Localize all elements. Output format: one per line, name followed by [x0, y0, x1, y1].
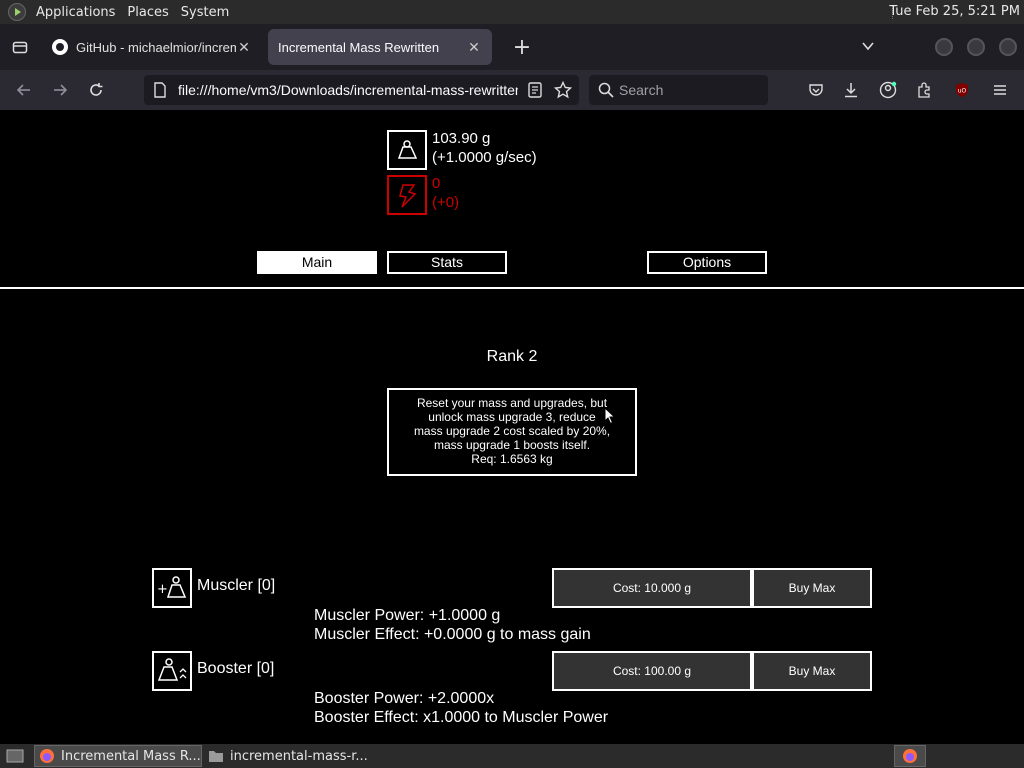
game-page: 103.90 g (+1.0000 g/sec) 0 (+0) Main Sta… — [0, 110, 1024, 744]
rage-display: 0 (+0) — [432, 174, 459, 212]
hamburger-menu-icon[interactable] — [988, 78, 1012, 102]
search-icon — [598, 82, 614, 101]
mass-value: 103.90 g — [432, 130, 491, 147]
account-icon[interactable] — [876, 78, 900, 102]
back-arrow-icon[interactable] — [12, 78, 36, 102]
url-bar[interactable]: file:///home/vm3/Downloads/incremental-m… — [144, 75, 579, 105]
tab-main[interactable]: Main — [257, 251, 377, 274]
tab-github[interactable]: GitHub - michaelmior/incremental-mass-re… — [42, 29, 262, 65]
mass-rate: (+1.0000 g/sec) — [432, 149, 537, 166]
rank-requirement: Req: 1.6563 kg — [471, 452, 553, 466]
svg-text:+: + — [157, 582, 168, 597]
search-input[interactable]: Search — [589, 75, 768, 105]
clock[interactable]: Tue Feb 25, 5:21 PM — [889, 4, 1020, 19]
booster-icon — [152, 651, 192, 691]
bookmark-star-icon[interactable] — [553, 80, 573, 103]
new-tab-button[interactable]: + — [506, 31, 538, 63]
rank-desc-line: Reset your mass and upgrades, but — [416, 396, 608, 410]
tab-label: Incremental Mass Rewritten — [278, 39, 440, 55]
download-icon[interactable] — [839, 78, 863, 102]
rank-desc-line: mass upgrade 2 cost scaled by 20%, — [413, 424, 611, 438]
navigation-toolbar: file:///home/vm3/Downloads/incremental-m… — [0, 70, 1024, 110]
rage-power-icon — [387, 175, 427, 215]
muscler-icon: + — [152, 568, 192, 608]
taskbar: Incremental Mass R... incremental-mass-r… — [0, 744, 1024, 768]
muscler-effect: Muscler Effect: +0.0000 g to mass gain — [314, 626, 591, 643]
close-window-button[interactable] — [999, 38, 1017, 56]
taskbar-item-label: incremental-mass-r... — [230, 748, 368, 764]
pocket-icon[interactable] — [804, 78, 828, 102]
show-desktop-icon[interactable] — [2, 745, 24, 767]
rank-desc-line: unlock mass upgrade 3, reduce — [428, 410, 596, 424]
rage-value: 0 — [432, 175, 441, 192]
mass-display: 103.90 g (+1.0000 g/sec) — [432, 129, 537, 167]
system-menu[interactable]: System — [175, 5, 235, 20]
booster-power: Booster Power: +2.0000x — [314, 690, 495, 707]
close-tab-icon[interactable]: ✕ — [236, 39, 252, 56]
tab-incremental-mass[interactable]: Incremental Mass Rewritten ✕ — [268, 29, 492, 65]
firefox-icon — [40, 749, 54, 763]
tab-strip: GitHub - michaelmior/incremental-mass-re… — [0, 24, 1024, 70]
reload-icon[interactable] — [84, 78, 108, 102]
folder-icon — [209, 751, 223, 762]
booster-effect: Booster Effect: x1.0000 to Muscler Power — [314, 709, 609, 726]
reader-view-icon[interactable] — [528, 82, 542, 102]
close-tab-icon[interactable]: ✕ — [466, 39, 482, 56]
minimize-window-button[interactable] — [935, 38, 953, 56]
search-placeholder: Search — [619, 82, 664, 98]
tab-options[interactable]: Options — [647, 251, 767, 274]
rank-desc-line: mass upgrade 1 boosts itself. — [433, 438, 591, 452]
ublock-origin-icon[interactable]: uO — [950, 78, 974, 102]
taskbar-item-label: Incremental Mass R... — [61, 748, 201, 764]
workspace-switcher[interactable] — [894, 745, 926, 767]
rank-reset-button[interactable]: Reset your mass and upgrades, but unlock… — [387, 388, 637, 476]
rage-gain: (+0) — [432, 194, 460, 211]
applications-menu[interactable]: Applications — [30, 5, 121, 20]
booster-info: Booster Power: +2.0000x Booster Effect: … — [314, 689, 608, 727]
chevron-down-icon[interactable] — [858, 36, 878, 56]
muscler-cost-button[interactable]: Cost: 10.000 g — [552, 568, 752, 608]
top-panel: Applications Places System Tue Feb 25, 5… — [0, 0, 1024, 24]
svg-text:uO: uO — [958, 88, 967, 95]
muscler-info: Muscler Power: +1.0000 g Muscler Effect:… — [314, 606, 591, 644]
muscler-name: Muscler [0] — [197, 577, 276, 594]
mass-weight-icon — [387, 130, 427, 170]
tab-stats[interactable]: Stats — [387, 251, 507, 274]
maximize-window-button[interactable] — [967, 38, 985, 56]
distro-logo-icon[interactable] — [8, 3, 26, 21]
taskbar-item-firefox[interactable]: Incremental Mass R... — [34, 745, 202, 767]
places-menu[interactable]: Places — [121, 5, 174, 20]
rank-title: Rank 2 — [486, 348, 538, 365]
muscler-buy-max-button[interactable]: Buy Max — [752, 568, 872, 608]
firefox-icon — [903, 749, 917, 763]
mouse-cursor-icon — [604, 406, 616, 430]
tab-divider — [0, 287, 1024, 289]
booster-name: Booster [0] — [197, 660, 275, 677]
muscler-power: Muscler Power: +1.0000 g — [314, 607, 501, 624]
url-text: file:///home/vm3/Downloads/incremental-m… — [178, 82, 518, 98]
page-icon — [153, 82, 167, 102]
github-icon — [52, 39, 68, 55]
tab-label: GitHub - michaelmior/incremental-mass-re… — [76, 39, 236, 55]
booster-buy-max-button[interactable]: Buy Max — [752, 651, 872, 691]
tab-list-icon[interactable] — [4, 31, 36, 63]
extensions-icon[interactable] — [912, 78, 936, 102]
forward-arrow-icon[interactable] — [48, 78, 72, 102]
taskbar-item-file-manager[interactable]: incremental-mass-r... — [204, 745, 384, 767]
booster-cost-button[interactable]: Cost: 100.00 g — [552, 651, 752, 691]
